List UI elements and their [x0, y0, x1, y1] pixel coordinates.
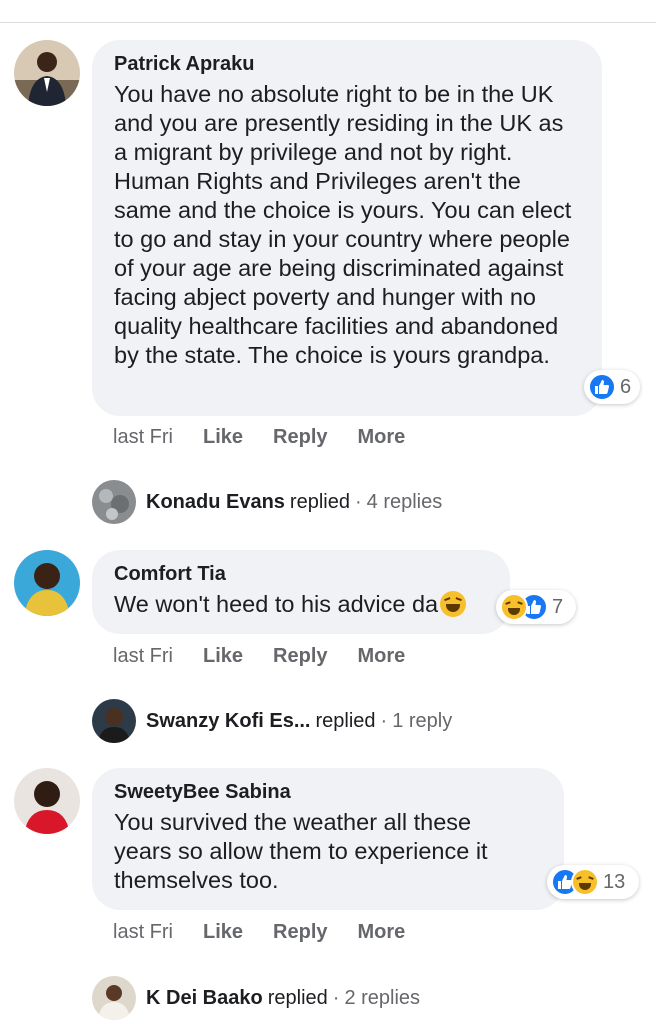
comment-author[interactable]: Comfort Tia	[114, 562, 488, 586]
more-button[interactable]: More	[358, 426, 406, 449]
comment-author[interactable]: SweetyBee Sabina	[114, 780, 542, 804]
comment-timestamp[interactable]: last Fri	[113, 645, 173, 668]
like-button[interactable]: Like	[203, 921, 243, 944]
comment-text: You have no absolute right to be in the …	[114, 81, 572, 368]
comment-bubble: Comfort Tia We won't heed to his advice …	[92, 550, 510, 634]
comment-text-line: We won't heed to his advice da	[114, 590, 488, 619]
reply-verb: replied	[289, 490, 350, 513]
haha-reaction-icon	[571, 868, 599, 896]
replies-link[interactable]: Konadu Evans replied · 4 replies	[92, 480, 442, 524]
comment-text: We won't heed to his advice da	[114, 591, 439, 617]
avatar	[92, 699, 136, 743]
reaction-count: 7	[552, 595, 564, 618]
like-button[interactable]: Like	[203, 645, 243, 668]
avatar[interactable]	[14, 550, 80, 616]
reaction-summary[interactable]: 13	[547, 865, 639, 899]
reply-author: Swanzy Kofi Es...	[146, 709, 311, 732]
haha-reaction-icon	[500, 593, 528, 621]
top-divider	[0, 22, 656, 23]
comment-author[interactable]: Patrick Apraku	[114, 52, 580, 76]
comment-timestamp[interactable]: last Fri	[113, 921, 173, 944]
replies-link[interactable]: K Dei Baako replied · 2 replies	[92, 976, 420, 1020]
reply-count: 4 replies	[366, 490, 443, 513]
reply-count: 1 reply	[392, 709, 453, 732]
comment-text: You survived the weather all these years…	[114, 809, 488, 893]
like-button[interactable]: Like	[203, 426, 243, 449]
reply-count: 2 replies	[344, 986, 421, 1009]
reply-verb: replied	[267, 986, 328, 1009]
comment-timestamp[interactable]: last Fri	[113, 426, 173, 449]
reaction-summary[interactable]: 7	[496, 590, 576, 624]
avatar[interactable]	[14, 768, 80, 834]
reply-author: Konadu Evans	[146, 490, 285, 513]
more-button[interactable]: More	[358, 921, 406, 944]
reaction-summary[interactable]: 6	[584, 370, 640, 404]
avatar[interactable]	[14, 40, 80, 106]
reply-verb: replied	[315, 709, 376, 732]
reaction-count: 13	[603, 870, 626, 893]
avatar	[92, 976, 136, 1020]
reply-author: K Dei Baako	[146, 986, 263, 1009]
like-reaction-icon	[588, 373, 616, 401]
reply-button[interactable]: Reply	[273, 426, 327, 449]
comment-bubble: Patrick Apraku You have no absolute righ…	[92, 40, 602, 416]
avatar	[92, 480, 136, 524]
separator-dot: ·	[380, 709, 388, 732]
separator-dot: ·	[332, 986, 340, 1009]
reply-button[interactable]: Reply	[273, 645, 327, 668]
replies-link[interactable]: Swanzy Kofi Es... replied · 1 reply	[92, 699, 452, 743]
reaction-count: 6	[620, 375, 632, 398]
reply-button[interactable]: Reply	[273, 921, 327, 944]
separator-dot: ·	[354, 490, 362, 513]
laughing-emoji-icon	[440, 591, 467, 617]
more-button[interactable]: More	[358, 645, 406, 668]
comment-bubble: SweetyBee Sabina You survived the weathe…	[92, 768, 564, 910]
